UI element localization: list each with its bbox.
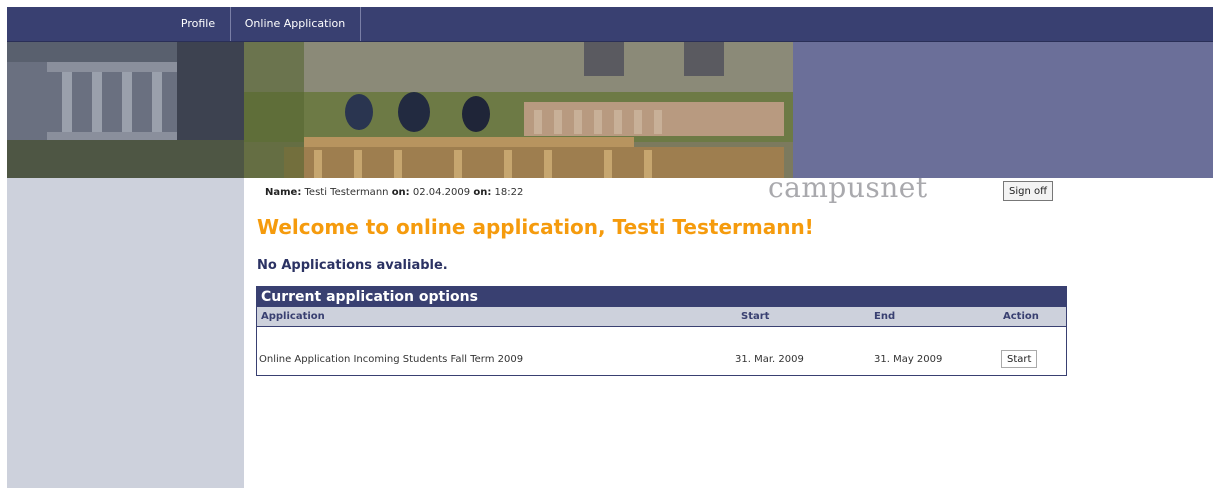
nav-profile[interactable]: Profile [166, 7, 231, 41]
start-application-button[interactable]: Start [1001, 350, 1038, 368]
date-label: on: [391, 187, 410, 198]
name-label: Name: [265, 187, 302, 198]
application-start-date: 31. Mar. 2009 [735, 354, 804, 365]
login-time: 18:22 [494, 187, 524, 198]
sign-off-button[interactable]: Sign off [1003, 181, 1053, 201]
banner-image-left [7, 42, 244, 178]
table-caption: Current application options [257, 287, 1066, 307]
user-info: Name: Testi Testermann on: 02.04.2009 on… [265, 187, 523, 198]
campusnet-logo: campusnet [768, 171, 928, 204]
user-name: Testi Testermann [304, 187, 389, 198]
table-header: Application Start End Action [257, 307, 1066, 327]
column-end: End [874, 311, 896, 322]
header-banner [7, 42, 1213, 178]
time-label: on: [473, 187, 492, 198]
application-options-table: Current application options Application … [256, 286, 1067, 376]
application-end-date: 31. May 2009 [874, 354, 943, 365]
page-title: Welcome to online application, Testi Tes… [257, 215, 814, 239]
top-navigation: Profile Online Application [7, 7, 1213, 42]
no-applications-message: No Applications avaliable. [257, 258, 448, 273]
login-date: 02.04.2009 [412, 187, 471, 198]
banner-photo-students [244, 42, 793, 178]
table-row: Online Application Incoming Students Fal… [257, 349, 1066, 369]
nav-online-application[interactable]: Online Application [230, 7, 361, 41]
banner-panel [793, 42, 1213, 178]
column-start: Start [741, 311, 770, 322]
sidebar [7, 178, 244, 488]
column-action: Action [1003, 311, 1039, 322]
application-name: Online Application Incoming Students Fal… [259, 354, 524, 365]
column-application: Application [261, 311, 325, 322]
